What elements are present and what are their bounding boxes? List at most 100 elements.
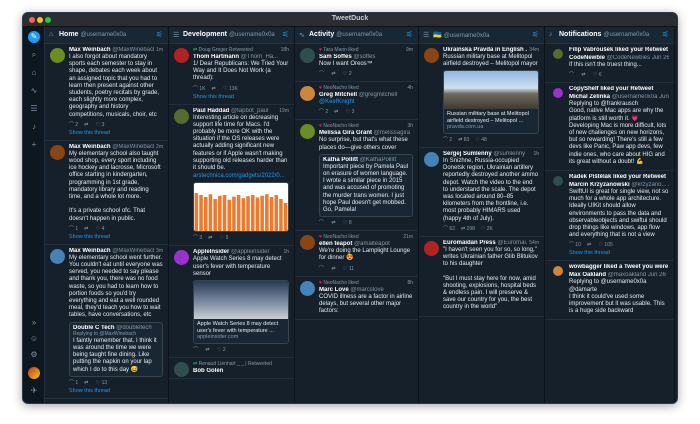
author-name[interactable]: ellen teapot bbox=[319, 241, 352, 247]
tweet[interactable]: Radek Pištělák liked your Retweet Marcin… bbox=[545, 171, 674, 262]
timestamp[interactable]: Jun 19 bbox=[659, 94, 669, 100]
tweet[interactable]: Euromaidan Press @Euromai... 54m "I haven'… bbox=[419, 237, 544, 317]
article-link[interactable]: arstechnica.com/gadgets/2022/0... bbox=[193, 173, 289, 180]
author[interactable]: Sam Soffes @soffes bbox=[319, 54, 413, 60]
tweet[interactable]: Sergej Sumlenny @sumlenny 1h In Snizhne, R… bbox=[419, 148, 544, 237]
author-name[interactable]: Filip Vabroušek liked your Retweet bbox=[569, 47, 668, 53]
author-handle[interactable]: @MaxWinebach bbox=[112, 47, 156, 53]
author-name[interactable]: Ukrainska Pravda in English ... bbox=[443, 47, 530, 53]
avatar[interactable] bbox=[174, 250, 189, 266]
timestamp[interactable]: 1m bbox=[154, 47, 163, 53]
reply-button[interactable]: ⌒ 3 bbox=[193, 235, 202, 241]
search-icon[interactable]: ⌕ bbox=[28, 49, 40, 61]
show-thread-link[interactable]: Show this thread bbox=[69, 130, 163, 136]
author-handle[interactable]: @sumlenny bbox=[493, 151, 525, 157]
author-name[interactable]: Katha Pollitt bbox=[323, 157, 358, 163]
reply-button[interactable]: ⌒ 2 bbox=[443, 137, 452, 143]
tweet[interactable]: Doug Greger RetweetedThom Hartmann @Thom… bbox=[169, 44, 294, 105]
author-name[interactable]: Double C Tech bbox=[73, 325, 115, 331]
author[interactable]: Max Weinbach @MaxWinebach bbox=[69, 47, 163, 53]
plus-icon[interactable]: + bbox=[28, 139, 40, 151]
author[interactable]: Sergej Sumlenny @sumlenny bbox=[443, 151, 539, 157]
like-button[interactable]: ♡ 6 bbox=[593, 72, 602, 78]
author-name[interactable]: wowbagger liked a Tweet you were mention… bbox=[569, 264, 669, 270]
author-name[interactable]: Radek Pištělák liked your Retweet bbox=[569, 174, 666, 180]
avatar[interactable] bbox=[300, 235, 315, 251]
link-card[interactable]: Apple Watch Series 8 may detect user's f… bbox=[193, 280, 289, 344]
author-handle[interactable]: @username0x0a bbox=[612, 94, 658, 100]
reply-button[interactable]: ⌒ bbox=[319, 266, 325, 272]
reply-button[interactable]: ⌒ 63 bbox=[443, 226, 455, 232]
retweet-button[interactable]: ⇄ bbox=[331, 71, 337, 77]
like-button[interactable]: ♡ 4 bbox=[96, 226, 105, 232]
avatar[interactable] bbox=[50, 48, 65, 63]
author[interactable]: wowbagger liked a Tweet you were mention… bbox=[569, 264, 669, 270]
retweet-button[interactable]: ⇄ bbox=[331, 266, 337, 272]
timestamp[interactable]: 54m bbox=[527, 239, 539, 246]
author[interactable]: Greg Mitchell @gregmitchell bbox=[319, 92, 413, 98]
avatar[interactable] bbox=[50, 248, 65, 264]
avatar[interactable] bbox=[174, 361, 189, 377]
author[interactable]: Max Weinbach @MaxWinebach bbox=[69, 248, 163, 254]
author[interactable]: Melissa Gira Grant @melissagira bbox=[319, 130, 413, 136]
author-name[interactable]: CodeNewbie bbox=[569, 55, 605, 61]
avatar[interactable] bbox=[300, 124, 315, 140]
author-name[interactable]: Greg Mitchell bbox=[319, 92, 357, 98]
gear-icon[interactable]: ⚙ bbox=[28, 349, 40, 361]
author[interactable]: CopyShelf liked your Retweet bbox=[569, 86, 669, 92]
author[interactable]: Thom Hartmann @Thom_Ha... bbox=[193, 54, 289, 60]
avatar[interactable] bbox=[300, 48, 315, 63]
show-thread-link[interactable]: Show this thread bbox=[193, 94, 289, 100]
twitter-icon[interactable]: ✈ bbox=[28, 385, 40, 397]
author[interactable]: CodeNewbie @CodeNewbies Jun 26 bbox=[569, 55, 669, 61]
timestamp[interactable]: 34m bbox=[527, 47, 539, 53]
author-name[interactable]: Sergej Sumlenny bbox=[443, 151, 492, 157]
like-button[interactable]: ♡ 3 bbox=[346, 109, 355, 115]
author[interactable]: Max Oakland @maxoakland Jun 26 bbox=[569, 272, 669, 278]
notification-tweet[interactable]: Michal Zelinka @username0x0a Jun 19Reply… bbox=[569, 94, 669, 166]
author-name[interactable]: Sam Soffes bbox=[319, 54, 352, 60]
avatar[interactable] bbox=[300, 86, 315, 102]
home-icon[interactable]: ⌂ bbox=[28, 67, 40, 79]
author-handle[interactable]: @Thom_Ha... bbox=[241, 54, 278, 60]
retweet-button[interactable]: ⇄ bbox=[581, 72, 587, 78]
tweet[interactable]: Renaud Lienhart _ _ | RetweetedBob Golen bbox=[169, 358, 294, 379]
author-handle[interactable]: @soffes bbox=[353, 54, 375, 60]
tweet[interactable]: Max Weinbach @MaxWinebach 3m My elementary… bbox=[45, 245, 168, 399]
timestamp[interactable]: 2m bbox=[154, 143, 163, 150]
tweet[interactable]: Max Weinbach @MaxWinebach 1m I also forgot… bbox=[45, 44, 168, 141]
tweet[interactable]: Paul Haddad @tapbot_paul 19m Interesting a… bbox=[169, 105, 294, 247]
author-handle[interactable]: @CodeNewbies bbox=[607, 55, 650, 61]
avatar[interactable] bbox=[174, 108, 189, 124]
tweet[interactable]: AppleInsider @appleinsider 1h Apple Watch … bbox=[169, 246, 294, 358]
accounts-icon[interactable]: ☺ bbox=[28, 333, 40, 345]
timestamp[interactable]: 1h bbox=[281, 249, 289, 256]
like-button[interactable]: ♡ 8 bbox=[343, 220, 352, 226]
expand-icon[interactable]: » bbox=[28, 317, 40, 329]
quoted-tweet[interactable]: Double C Tech @doubletech Replying to @Ma… bbox=[69, 321, 163, 377]
author-handle[interactable]: @amalteapot bbox=[354, 241, 390, 247]
show-thread-link[interactable]: Show this thread bbox=[69, 234, 163, 240]
author-name[interactable]: Melissa Gira Grant bbox=[319, 130, 372, 136]
retweet-button[interactable]: ⇄ bbox=[212, 86, 218, 92]
author-handle[interactable]: @Euromai... bbox=[497, 240, 530, 246]
chart-image[interactable] bbox=[193, 182, 289, 233]
avatar[interactable] bbox=[553, 176, 563, 187]
activity-icon[interactable]: ∿ bbox=[28, 85, 40, 97]
reply-button[interactable]: ⌒ 10 bbox=[569, 242, 581, 248]
author[interactable]: Marcin Krzyzanowski @krzyzano... Jun 29 bbox=[569, 182, 669, 188]
author-name[interactable]: Marc Love bbox=[319, 287, 349, 293]
avatar-icon[interactable] bbox=[28, 367, 40, 379]
author-handle[interactable]: @doubletech bbox=[116, 325, 151, 331]
author-handle[interactable]: @MaxWinebach bbox=[112, 248, 156, 254]
author-name[interactable]: Euromaidan Press bbox=[443, 240, 496, 246]
timestamp[interactable]: 8h bbox=[405, 279, 413, 286]
reply-button[interactable]: ⌒ 2 bbox=[69, 122, 78, 128]
author-name[interactable]: Max Oakland bbox=[569, 272, 606, 278]
author-name[interactable]: CopyShelf liked your Retweet bbox=[569, 86, 653, 92]
retweet-button[interactable]: ⇄ 83 bbox=[458, 137, 469, 143]
tweet[interactable]: NeoNacho likedellen teapot @amalteapot21… bbox=[295, 231, 418, 277]
avatar[interactable] bbox=[300, 280, 315, 296]
tweet[interactable]: NeoNacho likedMarc Love @marcslove8hCOVI… bbox=[295, 277, 418, 321]
author[interactable]: Bob Golen bbox=[193, 368, 289, 374]
